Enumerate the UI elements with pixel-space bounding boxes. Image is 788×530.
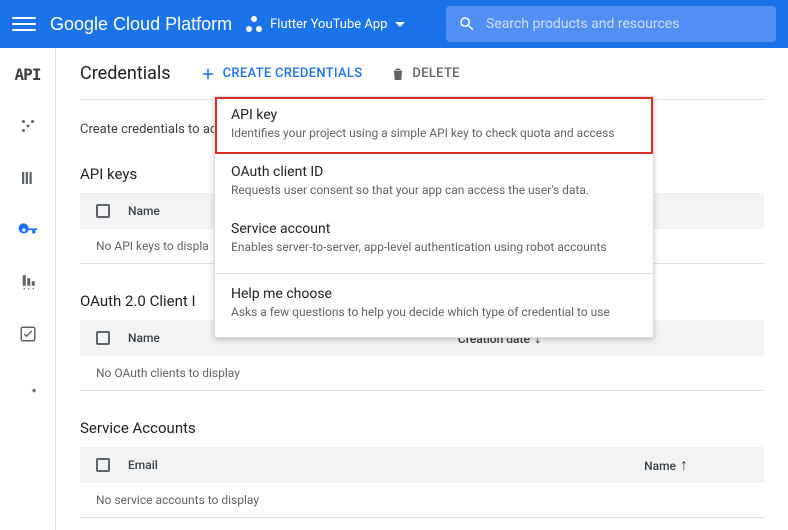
dropdown-item-desc: Enables server-to-server, app-level auth… (231, 239, 637, 256)
sidebar: API (0, 48, 56, 530)
sidebar-item-api[interactable]: API (16, 62, 40, 86)
create-credentials-dropdown: API key Identifies your project using a … (214, 96, 654, 338)
dropdown-item-title: OAuth client ID (231, 164, 637, 180)
dropdown-item-service-account[interactable]: Service account Enables server-to-server… (215, 211, 653, 268)
sidebar-item-dashboard[interactable] (16, 114, 40, 138)
dropdown-item-title: Help me choose (231, 286, 637, 302)
key-icon (18, 220, 38, 240)
sidebar-item-credentials[interactable] (16, 218, 40, 242)
sidebar-item-library[interactable] (16, 166, 40, 190)
dropdown-separator (215, 273, 653, 274)
library-icon (19, 169, 37, 187)
api-icon: API (15, 65, 41, 84)
dropdown-item-api-key[interactable]: API key Identifies your project using a … (215, 97, 653, 154)
project-selector[interactable]: Flutter YouTube App (246, 16, 405, 32)
section-service-accounts: Service Accounts Email Name↑ No service … (80, 419, 764, 518)
delete-label: DELETE (412, 66, 459, 81)
chevron-down-icon (395, 22, 405, 27)
dropdown-item-desc: Asks a few questions to help you decide … (231, 304, 637, 321)
brand: Google Cloud Platform (50, 14, 232, 35)
project-name: Flutter YouTube App (270, 17, 387, 32)
dropdown-item-desc: Identifies your project using a simple A… (231, 125, 637, 142)
plus-icon (199, 65, 217, 83)
delete-button[interactable]: DELETE (390, 66, 459, 82)
dropdown-item-help-choose[interactable]: Help me choose Asks a few questions to h… (215, 276, 653, 333)
project-icon (246, 16, 262, 32)
select-all-checkbox[interactable] (96, 204, 110, 218)
trash-icon (390, 66, 406, 82)
table-empty-service: No service accounts to display (80, 483, 764, 518)
search-placeholder: Search products and resources (486, 16, 679, 32)
table-empty-oauth: No OAuth clients to display (80, 356, 764, 391)
col-name[interactable]: Name (128, 331, 160, 345)
dropdown-item-title: API key (231, 107, 637, 123)
sidebar-item-settings[interactable] (16, 374, 40, 398)
col-name[interactable]: Name (128, 204, 160, 218)
dropdown-item-title: Service account (231, 221, 637, 237)
select-all-checkbox[interactable] (96, 458, 110, 472)
check-box-icon (19, 325, 37, 343)
menu-button[interactable] (12, 12, 36, 36)
page-title: Credentials (80, 63, 171, 84)
sort-asc-icon: ↑ (680, 455, 688, 474)
col-email[interactable]: Email (128, 458, 158, 472)
col-name[interactable]: Name↑ (644, 457, 688, 473)
create-credentials-label: CREATE CREDENTIALS (223, 66, 363, 81)
search-icon (458, 15, 476, 33)
dashboard-icon (19, 117, 37, 135)
dropdown-item-desc: Requests user consent so that your app c… (231, 182, 637, 199)
select-all-checkbox[interactable] (96, 331, 110, 345)
create-credentials-button[interactable]: CREATE CREDENTIALS (199, 65, 363, 83)
search-box[interactable]: Search products and resources (446, 6, 776, 42)
table-header-service: Email Name↑ (80, 447, 764, 483)
settings-icon (19, 377, 37, 395)
dropdown-item-oauth[interactable]: OAuth client ID Requests user consent so… (215, 154, 653, 211)
sidebar-item-verify[interactable] (16, 322, 40, 346)
sidebar-item-consent[interactable] (16, 270, 40, 294)
consent-icon (19, 273, 37, 291)
section-title-service: Service Accounts (80, 419, 764, 437)
